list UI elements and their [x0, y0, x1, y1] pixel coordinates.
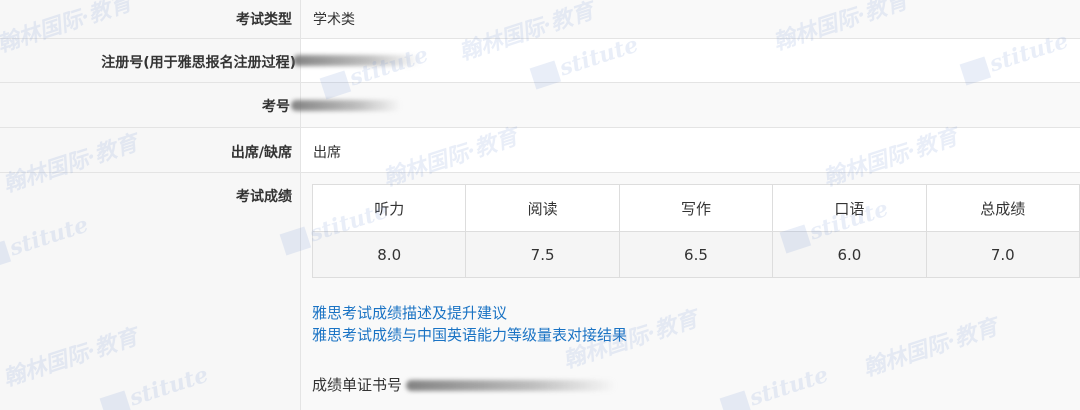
- header-overall: 总成绩: [925, 184, 1080, 232]
- score-links: 雅思考试成绩描述及提升建议 雅思考试成绩与中国英语能力等级量表对接结果: [312, 302, 627, 346]
- certificate-number: 成绩单证书号: [312, 374, 617, 395]
- row-registration-number: 注册号(用于雅思报名注册过程): [0, 39, 1080, 83]
- exam-scores-label: 考试成绩: [236, 189, 292, 205]
- row-exam-type: 考试类型 学术类: [0, 0, 1080, 39]
- exam-type-value: 学术类: [313, 12, 355, 28]
- score-writing: 6.5: [618, 231, 774, 278]
- exam-type-label: 考试类型: [236, 12, 292, 28]
- score-description-link[interactable]: 雅思考试成绩描述及提升建议: [312, 302, 627, 324]
- score-reading: 7.5: [465, 231, 620, 278]
- score-overall: 7.0: [925, 231, 1080, 278]
- label-cell: 出席/缺席: [0, 128, 301, 172]
- value-cell: 学术类: [301, 0, 1080, 38]
- certificate-number-label: 成绩单证书号: [312, 376, 403, 394]
- label-cell: 注册号(用于雅思报名注册过程): [0, 39, 301, 82]
- label-cell: 考号: [0, 83, 301, 127]
- value-cell: 出席: [301, 128, 1080, 172]
- attendance-label: 出席/缺席: [230, 145, 292, 161]
- label-cell: 考试类型: [0, 0, 301, 38]
- score-cse-alignment-link[interactable]: 雅思考试成绩与中国英语能力等级量表对接结果: [312, 324, 627, 346]
- value-cell: [291, 83, 1080, 127]
- value-cell: [293, 39, 1080, 82]
- redacted-candidate-number: [291, 100, 401, 111]
- header-listening: 听力: [311, 184, 467, 232]
- scores-value-row: 8.0 7.5 6.5 6.0 7.0: [311, 231, 1080, 278]
- header-reading: 阅读: [465, 184, 620, 232]
- header-speaking: 口语: [772, 184, 927, 232]
- row-attendance: 出席/缺席 出席: [0, 128, 1080, 173]
- scores-table: 听力 阅读 写作 口语 总成绩 8.0 7.5 6.5 6.0 7.0: [311, 184, 1080, 278]
- scores-header-row: 听力 阅读 写作 口语 总成绩: [311, 184, 1080, 232]
- score-listening: 8.0: [311, 231, 467, 278]
- attendance-value: 出席: [313, 145, 341, 161]
- candidate-number-label: 考号: [262, 99, 290, 115]
- score-speaking: 6.0: [772, 231, 927, 278]
- row-candidate-number: 考号: [0, 83, 1080, 128]
- registration-number-label: 注册号(用于雅思报名注册过程): [101, 55, 296, 71]
- redacted-registration-number: [293, 55, 421, 66]
- score-info-table: 考试类型 学术类 注册号(用于雅思报名注册过程) 考号 出席/缺席 出席 考试成…: [0, 0, 1080, 410]
- label-cell: 考试成绩: [0, 173, 301, 410]
- header-writing: 写作: [618, 184, 774, 232]
- redacted-certificate-number: [406, 380, 617, 391]
